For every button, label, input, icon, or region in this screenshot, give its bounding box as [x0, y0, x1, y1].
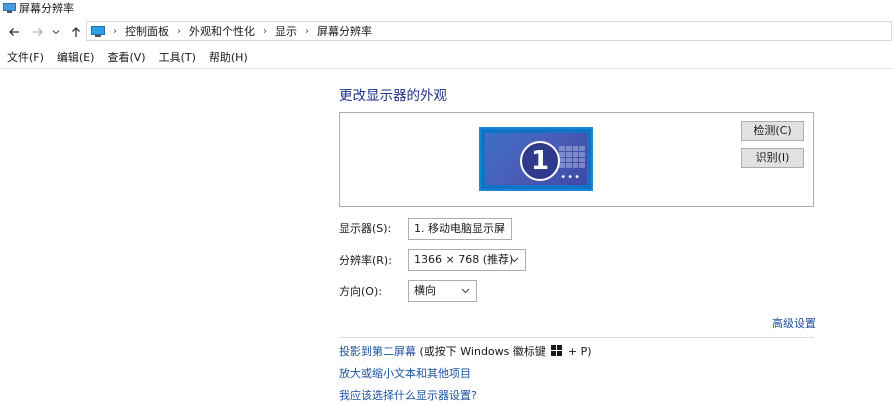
chevron-down-icon: [510, 257, 519, 263]
chevron-right-icon: ›: [263, 25, 267, 37]
chevron-right-icon: ›: [305, 25, 309, 37]
chevron-down-icon: [52, 30, 60, 35]
monitor-pattern: [559, 146, 585, 168]
menu-help[interactable]: 帮助(H): [202, 48, 254, 68]
menu-file[interactable]: 文件(F): [0, 48, 50, 68]
which-settings-link[interactable]: 我应该选择什么显示器设置?: [339, 389, 477, 403]
menu-view[interactable]: 查看(V): [100, 48, 151, 68]
forward-button[interactable]: [30, 23, 46, 41]
breadcrumb-display[interactable]: 显示: [275, 23, 297, 39]
menu-bar: 文件(F) 编辑(E) 查看(V) 工具(T) 帮助(H): [0, 48, 254, 68]
resolution-select-value: 1366 × 768 (推荐): [414, 253, 514, 266]
windows-logo-icon: [551, 345, 563, 356]
monitor-number-badge: 1: [520, 141, 560, 181]
back-button[interactable]: [6, 23, 22, 41]
back-arrow-icon: [9, 28, 19, 36]
monitor-1-tile[interactable]: 1 •••: [479, 127, 593, 191]
display-select[interactable]: 1. 移动电脑显示屏: [408, 218, 512, 240]
monitor-screen: 1 •••: [485, 133, 587, 185]
monitor-icon: [91, 25, 105, 37]
display-select-value: 1. 移动电脑显示屏: [414, 222, 505, 235]
menu-edit[interactable]: 编辑(E): [50, 48, 101, 68]
menu-tools[interactable]: 工具(T): [152, 48, 202, 68]
breadcrumb-screen-resolution[interactable]: 屏幕分辨率: [317, 23, 372, 39]
text-size-link[interactable]: 放大或缩小文本和其他项目: [339, 367, 471, 381]
chevron-down-icon: [461, 288, 470, 294]
chevron-down-icon: [496, 226, 505, 232]
up-arrow-icon: [72, 27, 80, 37]
recent-locations-button[interactable]: [50, 23, 62, 41]
display-label: 显示器(S):: [339, 222, 392, 235]
project-hint-suffix: + P): [567, 345, 592, 358]
chevron-right-icon: ›: [177, 25, 181, 37]
menu-divider: [0, 68, 894, 69]
breadcrumb-control-panel[interactable]: 控制面板: [125, 23, 169, 39]
orientation-select-value: 横向: [414, 284, 436, 297]
project-row: 投影到第二屏幕 (或按下 Windows 徽标键 + P): [339, 345, 592, 359]
monitor-icon: [3, 3, 16, 13]
window-title: 屏幕分辨率: [19, 2, 74, 15]
detect-button[interactable]: 检测(C): [741, 121, 804, 141]
title-bar: 屏幕分辨率: [0, 0, 894, 18]
resolution-select[interactable]: 1366 × 768 (推荐): [408, 249, 526, 271]
chevron-right-icon: ›: [113, 25, 117, 37]
resolution-label: 分辨率(R):: [339, 254, 392, 267]
identify-button[interactable]: 识别(I): [741, 148, 804, 168]
section-divider: [339, 337, 814, 338]
project-hint-prefix: (或按下 Windows 徽标键: [419, 345, 546, 358]
up-button[interactable]: [68, 23, 84, 41]
page-title: 更改显示器的外观: [339, 88, 447, 104]
orientation-label: 方向(O):: [339, 285, 382, 298]
forward-arrow-icon: [33, 28, 43, 36]
project-second-screen-link[interactable]: 投影到第二屏幕: [339, 345, 416, 358]
more-dots-icon: •••: [560, 172, 581, 183]
orientation-select[interactable]: 横向: [408, 280, 477, 302]
navigation-bar: › 控制面板 › 外观和个性化 › 显示 › 屏幕分辨率: [0, 20, 894, 44]
address-bar[interactable]: › 控制面板 › 外观和个性化 › 显示 › 屏幕分辨率: [86, 21, 892, 41]
breadcrumb-appearance[interactable]: 外观和个性化: [189, 23, 255, 39]
advanced-settings-link[interactable]: 高级设置: [772, 317, 816, 331]
